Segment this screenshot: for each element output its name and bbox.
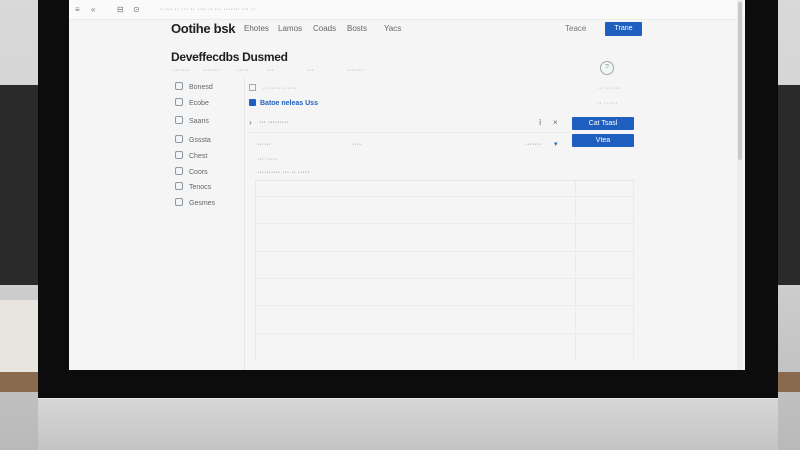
active-section-meta: ·· ······ [597,100,618,107]
subtab-4[interactable]: ··· [267,67,274,74]
table-row-divider [255,196,635,197]
sign-in-link[interactable]: Teace [565,24,586,33]
shield-icon [175,82,183,90]
gear-icon [175,135,183,143]
sidebar-item-label: Coors [189,169,208,176]
browser-menu-icon[interactable]: ≡ [75,5,80,15]
sidebar-item-4[interactable]: Gsssta [175,135,211,147]
table-column-divider [255,181,256,361]
table-column-divider [633,181,634,361]
browser-reload-icon[interactable]: ⊙ [133,5,140,15]
filter-row: ······ ···· ······· ▾ [257,138,562,152]
filter-1[interactable]: ······ [257,141,271,148]
nav-item-3[interactable]: Coads [313,24,336,33]
subtab-1[interactable]: ······· [173,67,189,74]
table-row-divider [255,278,635,279]
toolbar-label: ··· ········· [259,119,289,126]
folder-icon [175,167,183,175]
close-icon[interactable]: × [553,118,558,127]
page-title: Deveffecdbs Dusmed [171,50,288,64]
help-icon[interactable]: ? [600,61,614,75]
browser-back-icon[interactable]: « [91,5,95,15]
toolbar: › ··· ········· ⅰ × [249,115,569,133]
sidebar-item-label: Saans [189,118,209,125]
filter-2[interactable]: ···· [352,141,361,148]
monitor-chin [38,398,778,450]
data-table [255,180,635,361]
folder-icon [249,84,256,91]
subtab-6[interactable]: ······· [347,67,363,74]
settings-icon [175,198,183,206]
sidebar-item-label: Tenocs [189,184,212,191]
grid-icon [175,98,183,106]
document-icon [175,182,183,190]
sidebar-item-3[interactable]: Saans [175,116,209,128]
nav-item-1[interactable]: Ehotes [244,24,269,33]
primary-action-button[interactable]: Cat Tsasl [572,117,634,130]
sidebar-item-label: Ecobe [189,100,209,107]
sidebar-item-7[interactable]: Tenocs [175,182,211,194]
table-column-divider [575,181,576,361]
subtab-3[interactable]: ····· [237,67,249,74]
sidebar-item-label: Gsssta [189,137,211,144]
table-row-divider [255,333,635,334]
active-section-label: Batoe neleas Uss [260,100,318,107]
table-row-divider [255,223,635,224]
screen: ≡ « ⊟ ⊙ ·· ··· ·· ··· ·· ···· ·· ··· ···… [69,0,745,370]
breadcrumb[interactable]: ········ ······ [249,84,297,92]
table-row-divider [255,251,635,252]
breadcrumb-text: ········ ······ [262,85,297,92]
room-shelf-left [0,300,42,380]
address-bar[interactable]: ·· ··· ·· ··· ·· ···· ·· ··· ······· ···… [159,6,459,14]
browser-tab-icon[interactable]: ⊟ [117,5,124,15]
room-desk-left [0,372,42,392]
nav-item-4[interactable]: Bosts [347,24,367,33]
nav-item-5[interactable]: Yacs [384,24,401,33]
sidebar-item-label: Gesmes [189,200,216,207]
list-item[interactable]: ·········· ··· ·· ····· [257,169,309,176]
list-header: ··· ····· [257,156,278,163]
table-row-divider [255,305,635,306]
breadcrumb-meta: ··· ······ [597,85,620,92]
header-cta-button[interactable]: Trane [605,22,642,36]
sidebar-item-8[interactable]: Gesmes [175,198,215,210]
sidebar-item-1[interactable]: Bonesd [175,82,213,94]
user-icon [175,151,183,159]
filter-3[interactable]: ······· [525,141,541,148]
sidebar-item-5[interactable]: Chest [175,151,207,163]
bookmark-icon [249,99,256,106]
sidebar-item-label: Bonesd [189,84,213,91]
subtab-2[interactable]: ······· [203,67,219,74]
sidebar-item-2[interactable]: Ecobe [175,98,209,110]
browser-bar: ≡ « ⊟ ⊙ ·· ··· ·· ··· ·· ···· ·· ··· ···… [69,0,745,20]
scrollbar-thumb[interactable] [738,2,742,160]
link-icon [175,116,183,124]
chevron-down-icon[interactable]: ▾ [554,140,558,148]
room-dark-panel-left [0,85,42,285]
active-section-link[interactable]: Batoe neleas Uss [249,99,318,107]
info-icon[interactable]: ⅰ [539,118,541,127]
chevron-right-icon[interactable]: › [249,118,252,127]
secondary-action-button[interactable]: Vtea [572,134,634,147]
sidebar: Bonesd Ecobe Saans Gsssta Chest Coors Te… [169,78,245,370]
nav-item-2[interactable]: Lamos [278,24,302,33]
subtab-5[interactable]: ··· [307,67,314,74]
sidebar-item-label: Chest [189,153,208,160]
sidebar-item-6[interactable]: Coors [175,167,208,179]
brand-logo[interactable]: Ootihe bsk [171,21,235,36]
room-dark-panel-right [776,85,800,285]
room-desk-right [776,372,800,392]
